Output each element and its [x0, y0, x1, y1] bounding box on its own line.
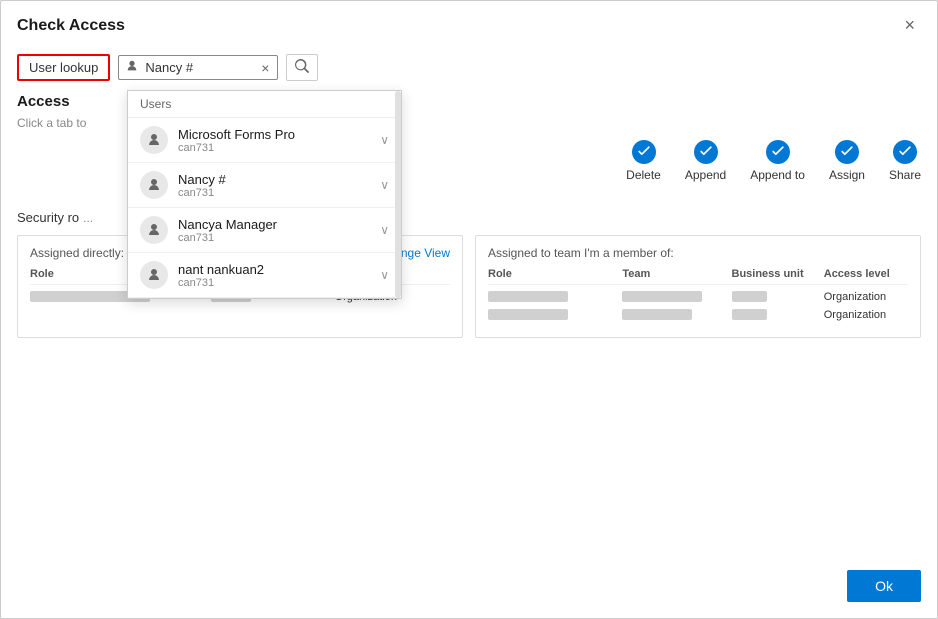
col-role: Role [488, 268, 614, 280]
dropdown-item-name: Nancya Manager [178, 217, 380, 232]
permissions-row: Delete Append Append to [622, 140, 921, 182]
chevron-down-icon: ∨ [380, 178, 389, 192]
team-blurred: blur [622, 291, 702, 302]
assigned-to-team-title: Assigned to team I'm a member of: [488, 246, 674, 260]
permission-append-to: Append to [750, 140, 805, 182]
role-value: blur [488, 291, 614, 303]
team-blurred: blur [622, 309, 692, 320]
col-bu: Business unit [732, 268, 816, 280]
chevron-down-icon: ∨ [380, 268, 389, 282]
permission-delete: Delete [626, 140, 661, 182]
share-label: Share [889, 168, 921, 182]
assign-check-icon [835, 140, 859, 164]
bu-value: blur [732, 309, 816, 321]
permission-share: Share [889, 140, 921, 182]
security-role-label: Security ro [17, 210, 79, 225]
dropdown-item-sub: can731 [178, 187, 380, 199]
permission-assign: Assign [829, 140, 865, 182]
delete-check-icon [632, 140, 656, 164]
role-blurred: blur [488, 291, 568, 302]
ok-button[interactable]: Ok [847, 570, 921, 602]
dialog-title: Check Access [17, 17, 125, 35]
security-role-ellipsis: ... [83, 211, 93, 225]
chevron-down-icon: ∨ [380, 133, 389, 147]
dropdown-item-content: Microsoft Forms Pro can731 [178, 127, 380, 154]
append-check-icon [694, 140, 718, 164]
assigned-directly-title: Assigned directly: [30, 246, 124, 260]
role-blurred: blur [488, 309, 568, 320]
team-value: blur [622, 291, 723, 303]
lookup-dropdown: Users Microsoft Forms Pro can731 ∨ [127, 90, 402, 299]
user-lookup-row: User lookup Nancy # × Users [17, 54, 921, 81]
user-avatar-icon [140, 126, 168, 154]
close-button[interactable]: × [898, 13, 921, 38]
assigned-to-team-panel: Assigned to team I'm a member of: Role T… [475, 235, 921, 338]
dropdown-item[interactable]: Nancya Manager can731 ∨ [128, 208, 401, 253]
table-row: blur blur blur Organization [488, 291, 908, 303]
lookup-value: Nancy # [145, 60, 253, 75]
dialog-header: Check Access × [1, 1, 937, 46]
user-avatar-icon [140, 261, 168, 289]
chevron-down-icon: ∨ [380, 223, 389, 237]
permission-append: Append [685, 140, 726, 182]
lookup-clear-button[interactable]: × [259, 60, 271, 76]
dropdown-item[interactable]: nant nankuan2 can731 ∨ [128, 253, 401, 298]
append-to-label: Append to [750, 168, 805, 182]
col-access: Access level [824, 268, 908, 280]
share-check-icon [893, 140, 917, 164]
dropdown-item-name: nant nankuan2 [178, 262, 380, 277]
assign-label: Assign [829, 168, 865, 182]
dropdown-item-sub: can731 [178, 232, 380, 244]
check-access-dialog: Check Access × User lookup Nancy # × [0, 0, 938, 619]
dropdown-item[interactable]: Nancy # can731 ∨ [128, 163, 401, 208]
append-label: Append [685, 168, 726, 182]
dropdown-item-content: Nancy # can731 [178, 172, 380, 199]
lookup-search-button[interactable] [286, 54, 318, 81]
role-value: blur [488, 309, 614, 321]
user-lookup-label: User lookup [17, 54, 110, 81]
access-level-value: Organization [824, 309, 908, 321]
user-icon [125, 59, 139, 76]
dropdown-item-name: Nancy # [178, 172, 380, 187]
bu-blurred: blur [732, 291, 767, 302]
delete-label: Delete [626, 168, 661, 182]
user-avatar-icon [140, 216, 168, 244]
lookup-input-container[interactable]: Nancy # × [118, 55, 278, 80]
dialog-body: User lookup Nancy # × Users [1, 46, 937, 354]
assigned-to-team-cols: Role Team Business unit Access level [488, 268, 908, 285]
bu-blurred: blur [732, 309, 767, 320]
dialog-footer: Ok [847, 570, 921, 602]
dropdown-item-name: Microsoft Forms Pro [178, 127, 380, 142]
dropdown-item-content: nant nankuan2 can731 [178, 262, 380, 289]
dropdown-item-content: Nancya Manager can731 [178, 217, 380, 244]
dropdown-item-sub: can731 [178, 142, 380, 154]
user-avatar-icon [140, 171, 168, 199]
dropdown-item-sub: can731 [178, 277, 380, 289]
dropdown-scrollbar[interactable] [395, 91, 401, 298]
team-value: blur [622, 309, 723, 321]
append-to-check-icon [766, 140, 790, 164]
dropdown-item[interactable]: Microsoft Forms Pro can731 ∨ [128, 118, 401, 163]
dropdown-header: Users [128, 91, 401, 118]
table-row: blur blur blur Organization [488, 309, 908, 321]
assigned-to-team-header: Assigned to team I'm a member of: [488, 246, 908, 260]
col-team: Team [622, 268, 723, 280]
access-title: Access [17, 93, 70, 110]
bu-value: blur [732, 291, 816, 303]
access-level-value: Organization [824, 291, 908, 303]
